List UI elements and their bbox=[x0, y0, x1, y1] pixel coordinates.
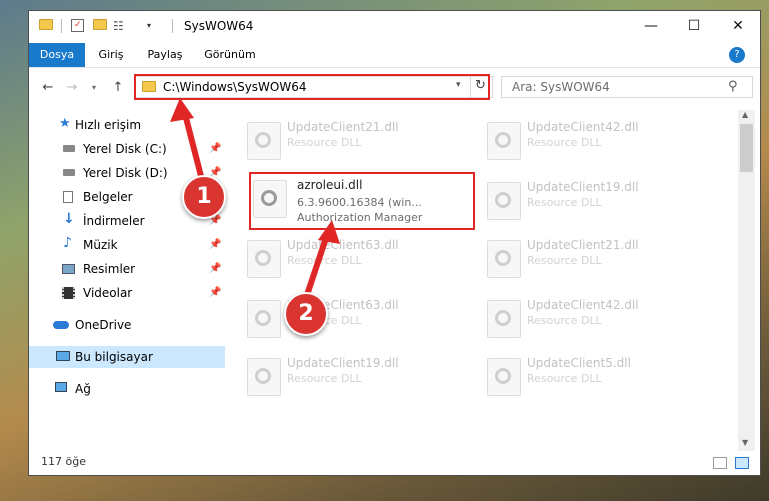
arrow-two-line bbox=[303, 229, 331, 301]
arrow-one-head bbox=[170, 98, 194, 122]
callout-badge-two: 2 bbox=[284, 292, 328, 336]
arrow-one-line bbox=[181, 107, 205, 183]
callout-arrows bbox=[170, 98, 340, 301]
arrow-two-head bbox=[318, 220, 340, 244]
callout-badge-one: 1 bbox=[182, 175, 226, 219]
